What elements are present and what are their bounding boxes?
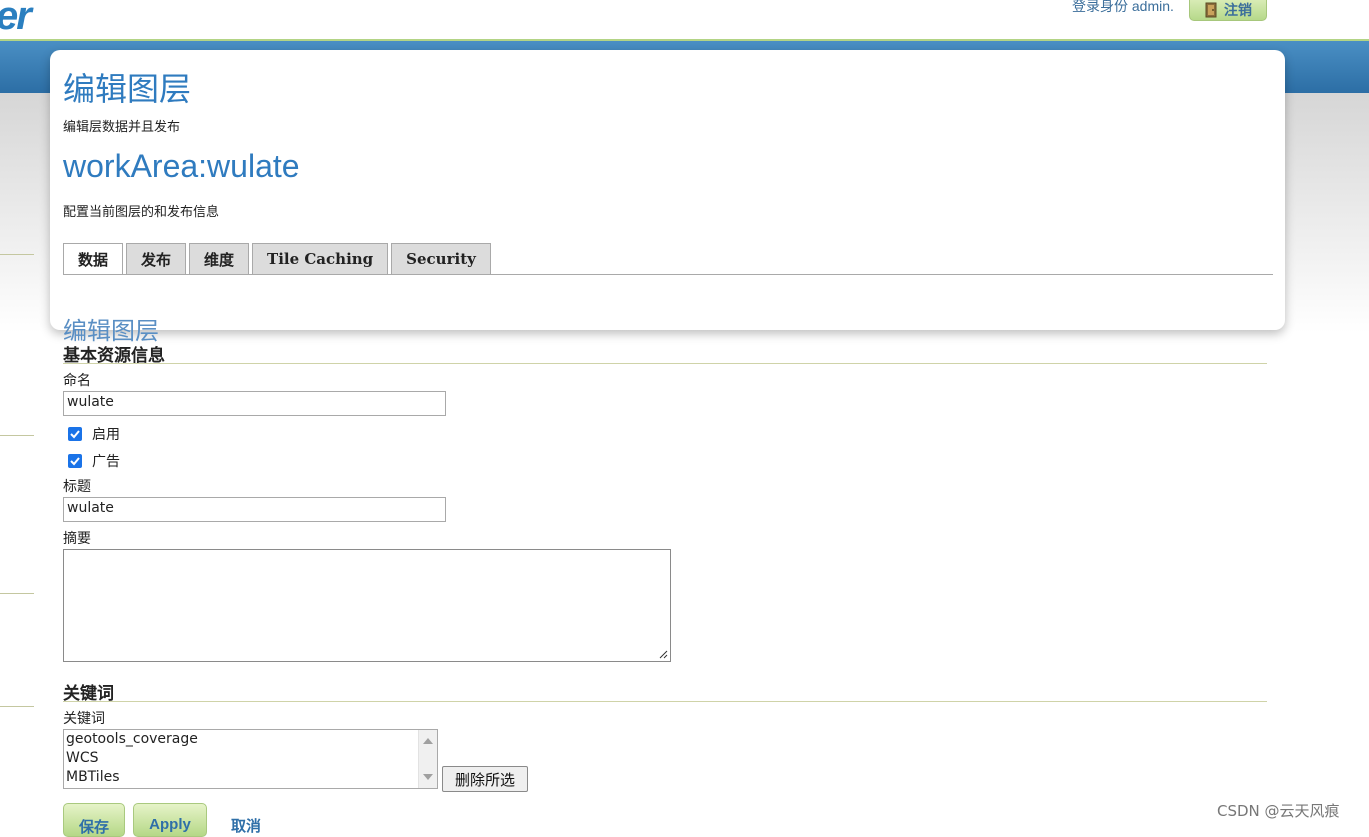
app-logo[interactable]: er	[0, 0, 32, 39]
name-label: 命名	[63, 373, 91, 389]
logout-button[interactable]: 注销	[1189, 0, 1267, 21]
tab-divider	[63, 274, 1273, 275]
layer-description: 配置当前图层的和发布信息	[63, 205, 220, 220]
watermark: CSDN @云天风痕	[1217, 802, 1340, 820]
enabled-checkbox[interactable]	[68, 427, 82, 441]
scroll-down-icon[interactable]	[423, 774, 433, 780]
apply-button[interactable]: Apply	[133, 803, 207, 837]
listbox-scrollbar[interactable]	[418, 730, 437, 788]
section-divider	[63, 363, 1267, 364]
check-icon	[70, 430, 80, 439]
enabled-row: 启用	[68, 424, 120, 444]
advertised-row: 广告	[68, 451, 120, 471]
advertised-checkbox[interactable]	[68, 454, 82, 468]
login-status: 登录身份 admin.	[1072, 0, 1174, 14]
abstract-label: 摘要	[63, 531, 91, 547]
door-icon	[1204, 2, 1220, 18]
sidebar-divider	[0, 706, 34, 707]
tab-data[interactable]: 数据	[63, 243, 124, 275]
keywords-label: 关键词	[63, 711, 105, 727]
sidebar-divider	[0, 254, 34, 255]
list-item[interactable]: geotools_coverage	[64, 730, 437, 749]
layer-title: workArea:wulate	[63, 148, 300, 184]
list-item[interactable]: MBTiles	[64, 768, 437, 787]
section-divider	[63, 701, 1267, 702]
list-item[interactable]: WCS	[64, 749, 437, 768]
scroll-up-icon[interactable]	[423, 738, 433, 744]
title-input[interactable]: wulate	[63, 497, 446, 522]
tab-dimensions[interactable]: 维度	[189, 243, 250, 274]
sidebar-divider	[0, 593, 34, 594]
top-header: er 登录身份 admin. 注销	[0, 0, 1369, 40]
resize-grip-icon[interactable]	[659, 650, 668, 659]
abstract-textarea[interactable]	[63, 549, 671, 662]
save-button[interactable]: 保存	[63, 803, 125, 837]
advertised-label: 广告	[92, 454, 120, 470]
sidebar-divider	[0, 435, 34, 436]
enabled-label: 启用	[92, 427, 120, 443]
page-description: 编辑层数据并且发布	[63, 120, 181, 135]
tab-bar: 数据 发布 维度 Tile Caching Security	[63, 243, 491, 275]
keywords-listbox[interactable]: geotools_coverage WCS MBTiles	[63, 729, 438, 789]
delete-selected-button[interactable]: 删除所选	[442, 766, 528, 792]
tab-tile-caching[interactable]: Tile Caching	[252, 243, 389, 274]
title-label: 标题	[63, 479, 91, 495]
check-icon	[70, 457, 80, 466]
cancel-link[interactable]: 取消	[231, 815, 261, 836]
tab-publishing[interactable]: 发布	[126, 243, 187, 274]
content-card	[50, 50, 1285, 330]
name-input[interactable]: wulate	[63, 391, 446, 416]
logout-label: 注销	[1224, 1, 1252, 18]
tab-security[interactable]: Security	[391, 243, 491, 274]
page-title: 编辑图层	[63, 71, 192, 107]
